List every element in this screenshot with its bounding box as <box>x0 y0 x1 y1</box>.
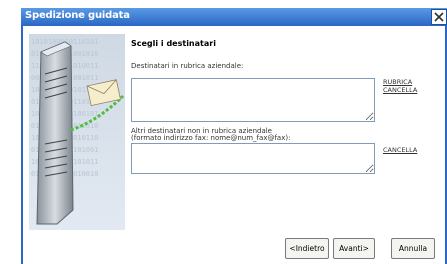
server-fax-envelope-illustration: 1010100010110101 0101001011001010 110010… <box>29 34 125 230</box>
step-heading: Scegli i destinatari <box>131 39 216 48</box>
window-title: Spedizione guidata <box>25 10 130 21</box>
internal-recipients-label: Destinatari in rubrica aziendale: <box>131 62 244 70</box>
window-border-left <box>21 26 23 264</box>
wizard-illustration-panel: 1010100010110101 0101001011001010 110010… <box>29 34 125 230</box>
cancel-button[interactable]: Annulla <box>391 238 435 259</box>
title-bar: Spedizione guidata <box>21 8 447 26</box>
close-button[interactable] <box>431 9 447 25</box>
external-recipients-format-hint: (formato indirizzo fax: nome@num_fax@fax… <box>131 134 291 142</box>
next-button[interactable]: Avanti> <box>333 238 375 259</box>
internal-recipients-field[interactable] <box>131 78 375 122</box>
wizard-window: Spedizione guidata 101 <box>21 8 447 264</box>
back-button[interactable]: <Indietro <box>285 238 329 259</box>
close-icon <box>434 12 444 22</box>
external-recipients-field[interactable] <box>131 143 375 174</box>
rubrica-link[interactable]: RUBRICA <box>383 78 412 86</box>
clear-internal-link[interactable]: CANCELLA <box>383 86 417 94</box>
clear-external-link[interactable]: CANCELLA <box>383 146 417 154</box>
